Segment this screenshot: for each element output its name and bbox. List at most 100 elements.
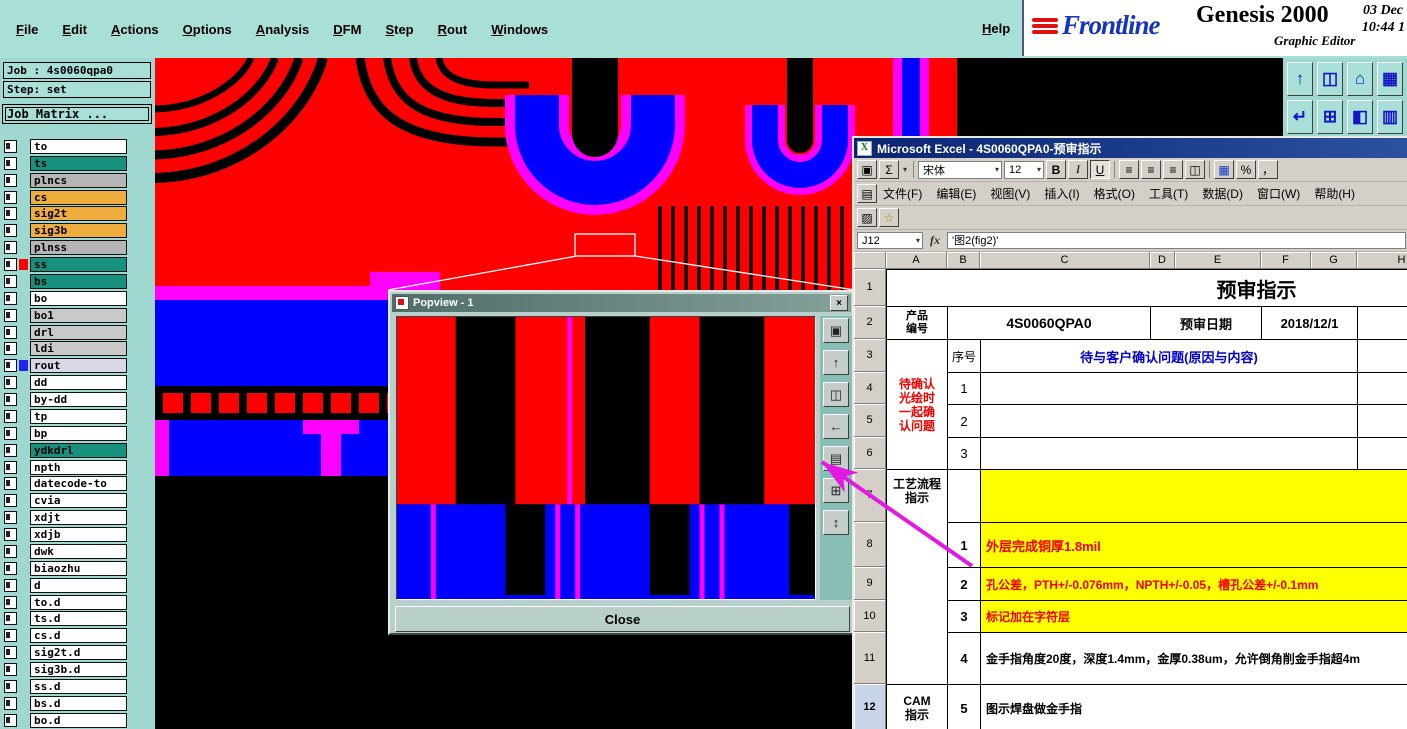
layer-name[interactable]: bs bbox=[30, 273, 127, 289]
row-header-8[interactable]: 8 bbox=[854, 522, 886, 567]
row-header-10[interactable]: 10 bbox=[854, 600, 886, 632]
row-header-7[interactable]: 7 bbox=[854, 469, 886, 522]
bold-button[interactable]: B bbox=[1046, 160, 1067, 179]
layer-row[interactable]: plncs bbox=[0, 172, 155, 189]
cell-process-text-2[interactable]: 孔公差，PTH+/-0.076mm，NPTH+/-0.05，槽孔公差+/-0.1… bbox=[981, 568, 1407, 601]
layer-row[interactable]: tp bbox=[0, 408, 155, 425]
job-matrix-button[interactable]: Job Matrix ... bbox=[2, 104, 152, 124]
underline-button[interactable]: U bbox=[1090, 160, 1111, 179]
menu-item[interactable]: Step bbox=[385, 22, 413, 37]
layer-name[interactable]: plncs bbox=[30, 172, 127, 188]
layer-name[interactable]: dd bbox=[30, 375, 127, 391]
cell-process-no-5[interactable]: 5 bbox=[948, 685, 981, 729]
layer-row[interactable]: ts bbox=[0, 155, 155, 172]
toolbar-button[interactable]: ◧ bbox=[1347, 100, 1373, 134]
layer-row[interactable]: by-dd bbox=[0, 391, 155, 408]
column-header-g[interactable]: G bbox=[1311, 252, 1357, 269]
layer-row[interactable]: dwk bbox=[0, 543, 155, 560]
column-header-d[interactable]: D bbox=[1150, 252, 1175, 269]
cell-h5[interactable] bbox=[1358, 405, 1407, 438]
layer-name[interactable]: xdjt bbox=[30, 510, 127, 526]
cell-confirm-body-2[interactable] bbox=[981, 405, 1358, 438]
layer-name[interactable]: ts bbox=[30, 155, 127, 171]
layer-row[interactable]: to bbox=[0, 138, 155, 155]
toolbar-button[interactable]: ▦ bbox=[1377, 62, 1403, 96]
layer-row[interactable]: rout bbox=[0, 357, 155, 374]
align-left-button[interactable]: ≡ bbox=[1119, 160, 1140, 179]
excel-menu-item[interactable]: 插入(I) bbox=[1040, 183, 1083, 204]
excel-menu-item[interactable]: 文件(F) bbox=[879, 183, 926, 204]
layer-name[interactable]: by-dd bbox=[30, 392, 127, 408]
layer-row[interactable]: cs bbox=[0, 189, 155, 206]
layer-row[interactable]: ss bbox=[0, 256, 155, 273]
layer-row[interactable]: bp bbox=[0, 425, 155, 442]
layer-row[interactable]: sig2t bbox=[0, 206, 155, 223]
layer-visibility-toggle[interactable] bbox=[4, 325, 17, 339]
layer-visibility-toggle[interactable] bbox=[4, 561, 17, 575]
cell-process-no-2[interactable]: 2 bbox=[948, 568, 981, 601]
layer-name[interactable]: bs.d bbox=[30, 695, 127, 711]
toolbar-button[interactable]: ▥ bbox=[1377, 100, 1403, 134]
popview-tool-button[interactable]: ↕ bbox=[823, 510, 849, 535]
popview-close-button[interactable]: Close bbox=[395, 606, 850, 632]
cell-h6[interactable] bbox=[1358, 438, 1407, 470]
excel-menu-item[interactable]: 编辑(E) bbox=[932, 183, 980, 204]
select-all-corner[interactable] bbox=[854, 252, 886, 269]
cell-process-text-5[interactable]: 图示焊盘做金手指 bbox=[981, 685, 1407, 729]
layer-name[interactable]: ldi bbox=[30, 341, 127, 357]
layer-visibility-toggle[interactable] bbox=[4, 359, 17, 373]
toolbar-button[interactable]: ↑ bbox=[1287, 62, 1313, 96]
layer-visibility-toggle[interactable] bbox=[4, 173, 17, 187]
cell-confirm-no-1[interactable]: 1 bbox=[948, 373, 981, 405]
layer-row[interactable]: drl bbox=[0, 324, 155, 341]
layer-visibility-toggle[interactable] bbox=[4, 156, 17, 170]
layer-visibility-toggle[interactable] bbox=[4, 460, 17, 474]
layer-row[interactable]: datecode-to bbox=[0, 476, 155, 493]
menu-item-help[interactable]: Help bbox=[982, 21, 1010, 36]
layer-name[interactable]: to.d bbox=[30, 594, 127, 610]
layer-row[interactable]: ss.d bbox=[0, 678, 155, 695]
popview-tool-button[interactable]: ▣ bbox=[823, 318, 849, 343]
cell-title[interactable]: 预审指示 bbox=[887, 270, 1407, 307]
layer-visibility-toggle[interactable] bbox=[4, 544, 17, 558]
layer-visibility-toggle[interactable] bbox=[4, 376, 17, 390]
row-header-11[interactable]: 11 bbox=[854, 632, 886, 684]
merge-center-button[interactable]: ◫ bbox=[1185, 160, 1206, 179]
layer-name[interactable]: d bbox=[30, 577, 127, 593]
popview-titlebar[interactable]: Popview - 1 × bbox=[392, 294, 851, 312]
layer-row[interactable]: cs.d bbox=[0, 627, 155, 644]
row-header-9[interactable]: 9 bbox=[854, 567, 886, 600]
font-name-select[interactable]: 宋体 ▾ bbox=[918, 160, 1003, 179]
layer-name[interactable]: plnss bbox=[30, 240, 127, 256]
autosum-dropdown-icon[interactable]: ▾ bbox=[901, 165, 909, 174]
layer-name[interactable]: bo1 bbox=[30, 307, 127, 323]
cell-process-header[interactable] bbox=[981, 470, 1407, 523]
name-box[interactable]: J12 ▾ bbox=[857, 232, 923, 249]
layer-visibility-toggle[interactable] bbox=[4, 595, 17, 609]
percent-style-button[interactable]: % bbox=[1236, 160, 1257, 179]
cell-confirm-body-3[interactable] bbox=[981, 438, 1358, 470]
layer-row[interactable]: bo bbox=[0, 290, 155, 307]
layer-name[interactable]: bp bbox=[30, 425, 127, 441]
layer-name[interactable]: datecode-to bbox=[30, 476, 127, 492]
row-header-4[interactable]: 4 bbox=[854, 372, 886, 404]
menu-item[interactable]: Edit bbox=[62, 22, 87, 37]
layer-visibility-toggle[interactable] bbox=[4, 578, 17, 592]
cell-confirm-no-2[interactable]: 2 bbox=[948, 405, 981, 438]
layer-name[interactable]: bo bbox=[30, 290, 127, 306]
cell-confirm-body-1[interactable] bbox=[981, 373, 1358, 405]
layer-row[interactable]: d bbox=[0, 577, 155, 594]
layer-name[interactable]: cs.d bbox=[30, 628, 127, 644]
popview-tool-button[interactable]: ◫ bbox=[823, 382, 849, 407]
layer-name[interactable]: sig3b.d bbox=[30, 662, 127, 678]
cell-confirm-side-label[interactable]: 待确认 光绘时 一起确 认问题 bbox=[887, 340, 948, 470]
cell-process-side-label[interactable]: 工艺流程 指示 bbox=[887, 470, 948, 685]
layer-name[interactable]: npth bbox=[30, 459, 127, 475]
layer-name[interactable]: drl bbox=[30, 324, 127, 340]
menu-item[interactable]: Analysis bbox=[256, 22, 309, 37]
layer-row[interactable]: dd bbox=[0, 374, 155, 391]
column-header-h[interactable]: H bbox=[1357, 252, 1407, 269]
excel-menu-item[interactable]: 工具(T) bbox=[1145, 183, 1192, 204]
layer-visibility-toggle[interactable] bbox=[4, 663, 17, 677]
menu-item[interactable]: Options bbox=[183, 22, 232, 37]
